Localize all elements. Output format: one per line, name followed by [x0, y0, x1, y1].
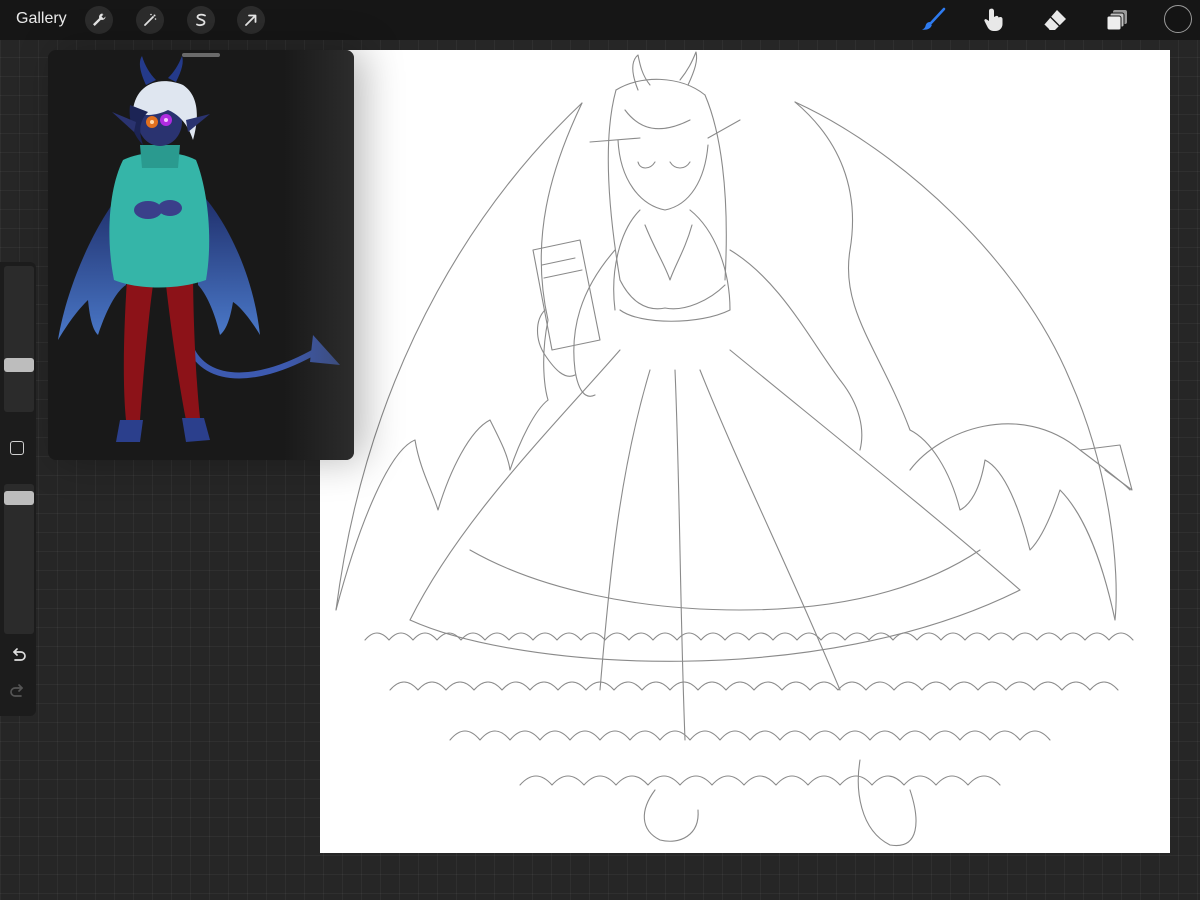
gallery-button[interactable]: Gallery — [16, 10, 67, 28]
smudge-tool-button[interactable] — [978, 4, 1010, 36]
modify-square-icon[interactable] — [10, 441, 24, 455]
layers-icon — [1106, 10, 1127, 31]
brush-size-slider[interactable] — [4, 266, 34, 412]
magic-wand-icon — [144, 13, 157, 26]
brush-size-thumb[interactable] — [4, 358, 34, 373]
selection-s-icon — [196, 13, 206, 27]
top-toolbar: Gallery — [0, 0, 1200, 40]
layers-button[interactable] — [1101, 4, 1133, 36]
transform-arrow-icon — [245, 14, 257, 26]
opacity-thumb[interactable] — [4, 490, 34, 505]
left-sidebar — [0, 262, 36, 716]
adjustments-button[interactable] — [136, 6, 164, 34]
color-picker-button[interactable] — [1164, 5, 1192, 33]
redo-icon — [10, 684, 23, 697]
selection-button[interactable] — [187, 6, 215, 34]
brush-tool-button[interactable] — [917, 4, 949, 36]
brush-icon — [922, 7, 946, 30]
undo-button[interactable] — [6, 644, 30, 668]
reference-window-edge — [284, 50, 354, 460]
pencil-sketch-artwork — [335, 51, 1134, 847]
undo-icon — [13, 648, 26, 661]
drawing-canvas[interactable] — [320, 50, 1170, 853]
actions-button[interactable] — [85, 6, 113, 34]
reference-window[interactable] — [48, 50, 354, 460]
eraser-icon — [1043, 10, 1066, 31]
redo-button[interactable] — [6, 680, 30, 704]
eraser-tool-button[interactable] — [1039, 4, 1071, 36]
smudge-icon — [984, 8, 1003, 31]
wrench-icon — [93, 13, 106, 26]
opacity-slider[interactable] — [4, 484, 34, 634]
transform-button[interactable] — [237, 6, 265, 34]
